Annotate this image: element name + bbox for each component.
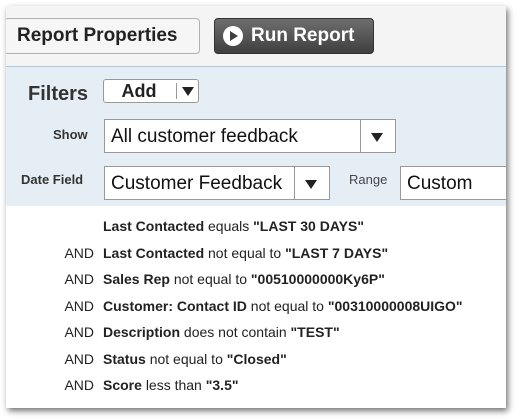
- criterion-text: Last Contacted equals "LAST 30 DAYS": [103, 218, 364, 234]
- criterion-operator: not equal to: [149, 350, 223, 367]
- range-label: Range: [349, 172, 388, 187]
- criterion-field: Status: [103, 350, 146, 367]
- criterion-value: "TEST": [290, 324, 340, 340]
- date-field-dropdown[interactable]: [294, 167, 329, 199]
- add-filter-label: Add: [121, 81, 157, 101]
- filters-section: Filters Add Show All customer feedback D…: [6, 66, 506, 207]
- show-select[interactable]: All customer feedback: [104, 119, 396, 153]
- criterion-text: Description does not contain "TEST": [103, 324, 340, 340]
- add-filter-button[interactable]: Add: [103, 79, 199, 103]
- chevron-down-icon: [305, 180, 317, 189]
- criterion-field: Last Contacted: [103, 218, 205, 234]
- criterion-value: "Closed": [226, 350, 287, 367]
- range-value: Custom: [407, 173, 473, 194]
- criterion-operator: does not contain: [183, 324, 287, 340]
- criterion-field: Last Contacted: [103, 244, 205, 261]
- show-label: Show: [53, 127, 88, 142]
- report-filters-panel: Report Properties Run Report Filters Add…: [6, 6, 506, 408]
- criterion-connector: AND: [64, 271, 94, 287]
- criterion-value: "00310000008UIGO": [327, 297, 463, 314]
- run-report-label: Run Report: [251, 25, 355, 46]
- show-select-value: All customer feedback: [111, 126, 298, 147]
- report-toolbar: Report Properties Run Report: [6, 6, 506, 66]
- criterion-connector: AND: [64, 350, 94, 367]
- filters-title: Filters: [28, 83, 89, 105]
- chevron-down-icon: [371, 133, 383, 142]
- criterion-value: "00510000000Ky6P": [250, 271, 385, 287]
- criterion-operator: not equal to: [250, 297, 324, 314]
- criterion-operator: not equal to: [173, 271, 247, 287]
- criterion-value: "LAST 7 DAYS": [285, 244, 389, 261]
- criterion-field: Score: [103, 377, 142, 393]
- criterion-connector: AND: [64, 324, 94, 340]
- criterion-operator: less than: [145, 377, 202, 393]
- range-select[interactable]: Custom: [400, 166, 506, 200]
- criterion-field: Customer: Contact ID: [103, 297, 247, 314]
- criterion-text: Sales Rep not equal to "00510000000Ky6P": [103, 271, 385, 287]
- add-separator: [176, 83, 177, 99]
- chevron-down-icon[interactable]: [182, 87, 194, 96]
- criterion-connector: AND: [64, 244, 94, 261]
- criterion-connector: AND: [64, 377, 94, 393]
- report-properties-button[interactable]: Report Properties: [6, 18, 200, 54]
- show-select-dropdown[interactable]: [360, 120, 395, 152]
- criterion-connector: AND: [64, 297, 94, 314]
- criterion-value: "3.5": [205, 377, 239, 393]
- criterion-value: "LAST 30 DAYS": [253, 218, 364, 234]
- date-field-label: Date Field: [21, 172, 84, 187]
- criterion-operator: equals: [208, 218, 250, 234]
- date-field-select[interactable]: Customer Feedback: [104, 166, 330, 200]
- criterion-text: Customer: Contact ID not equal to "00310…: [103, 298, 463, 314]
- run-report-button[interactable]: Run Report: [214, 18, 374, 54]
- criterion-text: Score less than "3.5": [103, 377, 239, 393]
- play-icon: [223, 26, 243, 46]
- filter-criteria-list: Last Contacted equals "LAST 30 DAYS" AND L…: [6, 206, 506, 408]
- criterion-operator: not equal to: [208, 244, 282, 261]
- criterion-text: Last Contacted not equal to "LAST 7 DAYS…: [103, 245, 388, 261]
- date-field-value: Customer Feedback: [111, 173, 283, 194]
- criterion-field: Description: [103, 324, 181, 340]
- criterion-text: Status not equal to "Closed": [103, 351, 287, 367]
- criterion-field: Sales Rep: [103, 271, 170, 287]
